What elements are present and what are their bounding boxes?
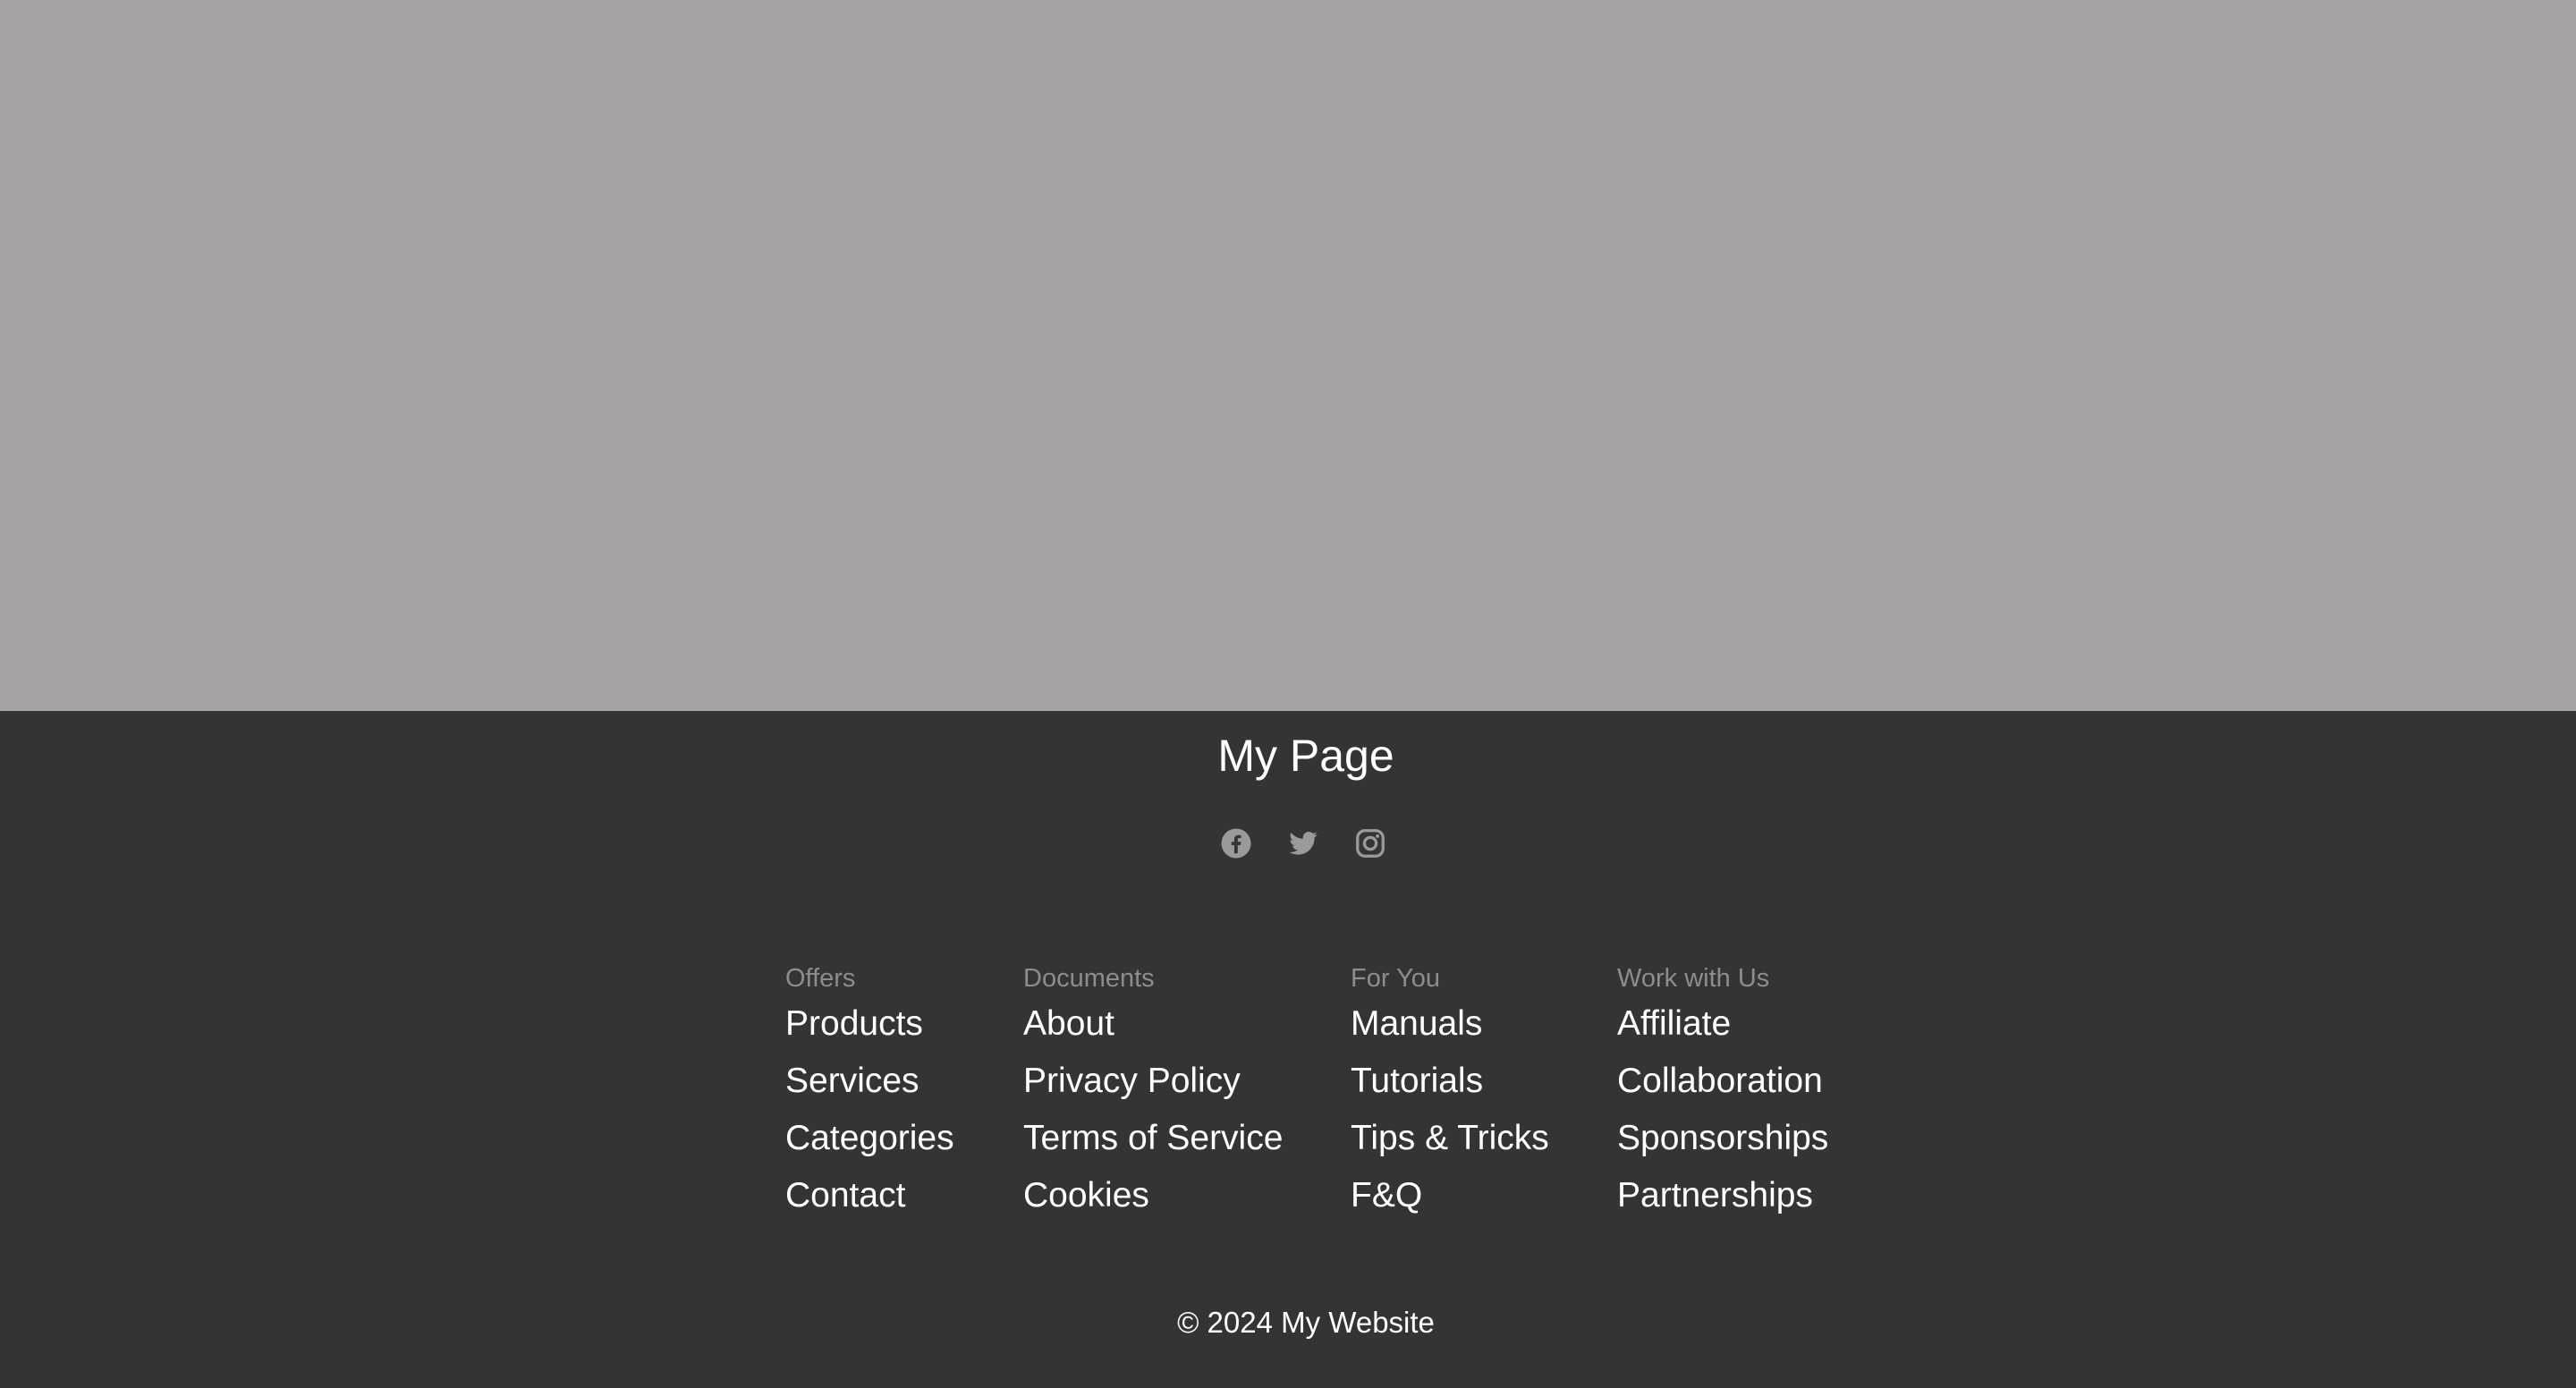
footer-column-documents: Documents About Privacy Policy Terms of … [1023, 963, 1283, 1233]
hero-image-placeholder [0, 0, 2576, 711]
column-heading: For You [1351, 964, 1440, 993]
facebook-link[interactable] [1220, 827, 1252, 859]
footer-brand: My Page [1217, 731, 1394, 781]
copyright-text: © 2024 My Website [1177, 1306, 1435, 1339]
footer-column-work-with-us: Work with Us Affiliate Collaboration Spo… [1617, 963, 1828, 1233]
footer-link-tips-tricks[interactable]: Tips & Tricks [1351, 1119, 1549, 1176]
footer-link-about[interactable]: About [1023, 1004, 1283, 1062]
footer-link-collaboration[interactable]: Collaboration [1617, 1062, 1828, 1119]
footer-link-affiliate[interactable]: Affiliate [1617, 1004, 1828, 1062]
facebook-icon [1220, 827, 1252, 859]
footer-link-contact[interactable]: Contact [785, 1176, 954, 1233]
footer-column-offers: Offers Products Services Categories Cont… [785, 963, 954, 1233]
column-heading: Work with Us [1617, 964, 1770, 993]
footer-link-categories[interactable]: Categories [785, 1119, 954, 1176]
social-links [1220, 827, 1386, 859]
footer-link-fq[interactable]: F&Q [1351, 1176, 1549, 1233]
footer-link-tutorials[interactable]: Tutorials [1351, 1062, 1549, 1119]
footer-link-manuals[interactable]: Manuals [1351, 1004, 1549, 1062]
footer-link-products[interactable]: Products [785, 1004, 954, 1062]
column-heading: Offers [785, 964, 856, 993]
column-heading: Documents [1023, 964, 1155, 993]
instagram-icon [1354, 827, 1386, 859]
footer-link-partnerships[interactable]: Partnerships [1617, 1176, 1828, 1233]
site-footer: My Page Offers Products Services Categor… [0, 711, 2576, 1388]
twitter-icon [1287, 827, 1319, 859]
twitter-link[interactable] [1287, 827, 1319, 859]
footer-column-for-you: For You Manuals Tutorials Tips & Tricks … [1351, 963, 1549, 1233]
footer-link-privacy-policy[interactable]: Privacy Policy [1023, 1062, 1283, 1119]
footer-link-sponsorships[interactable]: Sponsorships [1617, 1119, 1828, 1176]
footer-link-cookies[interactable]: Cookies [1023, 1176, 1283, 1233]
footer-link-services[interactable]: Services [785, 1062, 954, 1119]
instagram-link[interactable] [1354, 827, 1386, 859]
footer-link-terms-of-service[interactable]: Terms of Service [1023, 1119, 1283, 1176]
